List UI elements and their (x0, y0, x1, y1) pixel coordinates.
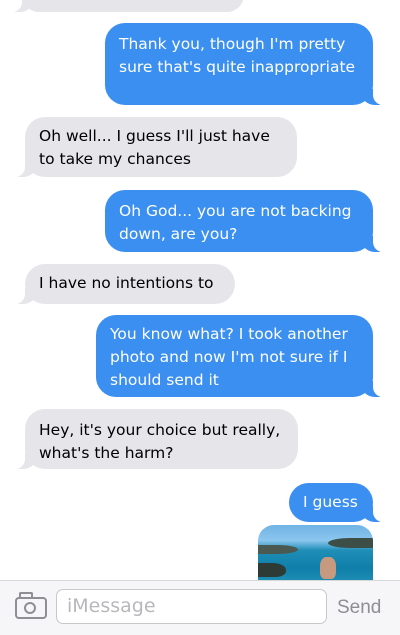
photo-shoreline (328, 538, 373, 548)
message-input[interactable]: iMessage (56, 589, 327, 624)
message-text: Oh God... you are not backing down, are … (119, 202, 352, 243)
photo-shoreline (258, 545, 298, 554)
message-bubble-outgoing: You know what? I took another photo and … (96, 315, 383, 397)
message-bubble-outgoing: Thank you, though I'm pretty sure that's… (105, 23, 383, 105)
photo-attachment[interactable] (258, 525, 373, 580)
message-composer-bar: iMessage Send (0, 580, 400, 635)
message-text: Hey, it's your choice but really, what's… (39, 421, 281, 462)
message-text: I have no intentions to (39, 274, 214, 292)
send-button[interactable]: Send (337, 593, 389, 623)
message-bubble-incoming (12, 0, 244, 12)
message-bubble-outgoing: I guess (289, 483, 383, 522)
message-bubble-incoming: Oh well... I guess I'll just have to tak… (15, 117, 297, 177)
message-bubble-incoming: Hey, it's your choice but really, what's… (15, 409, 298, 469)
message-thread: Thank you, though I'm pretty sure that's… (0, 0, 400, 580)
message-text: You know what? I took another photo and … (110, 325, 348, 389)
camera-lens (24, 602, 36, 614)
message-text: I guess (303, 493, 358, 511)
message-text: Oh well... I guess I'll just have to tak… (39, 127, 270, 168)
photo-rock (258, 563, 286, 577)
message-bubble-incoming: I have no intentions to (15, 264, 235, 304)
photo-person (320, 557, 336, 579)
message-bubble-outgoing: Oh God... you are not backing down, are … (105, 190, 383, 252)
message-text: Thank you, though I'm pretty sure that's… (119, 35, 356, 76)
camera-icon[interactable] (15, 592, 47, 619)
